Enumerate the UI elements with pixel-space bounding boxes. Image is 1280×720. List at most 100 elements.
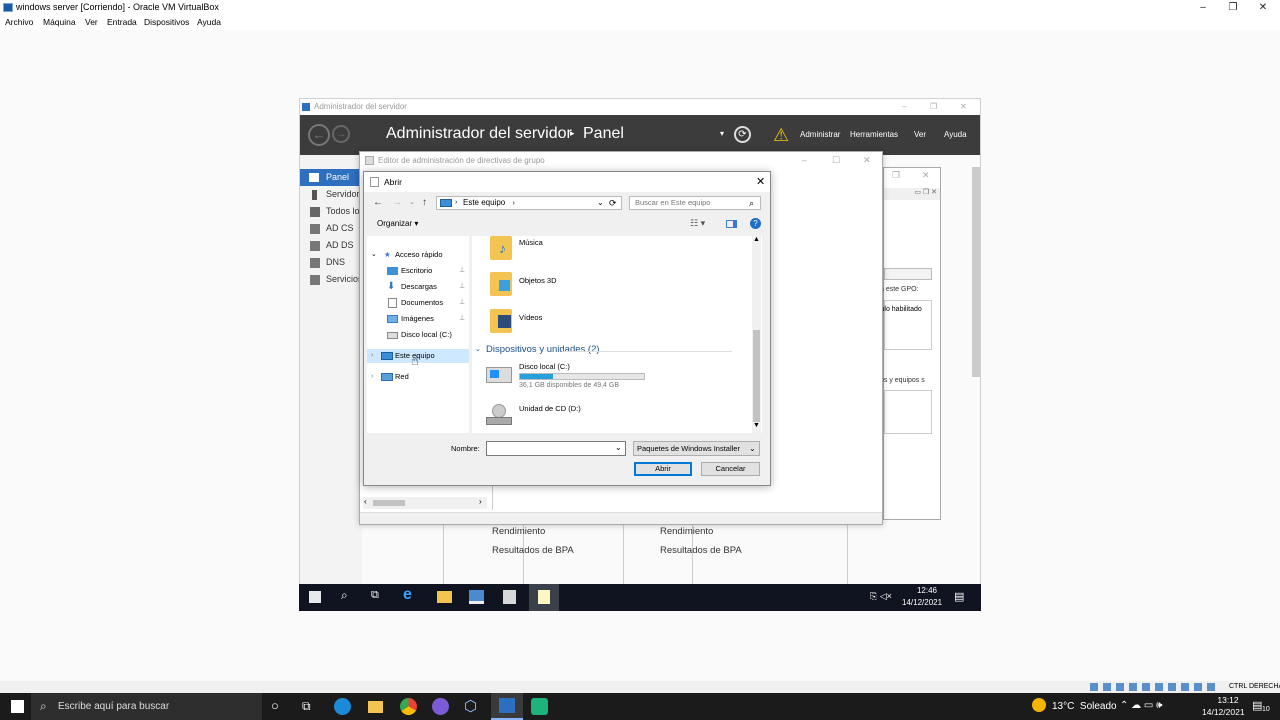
- tile-bpa-left[interactable]: Resultados de BPA: [492, 545, 574, 556]
- search-icon[interactable]: ⌕: [749, 198, 754, 209]
- recent-chevron-icon[interactable]: ⌄: [409, 198, 415, 206]
- gpo-tree-scrollbar[interactable]: ‹ ›: [363, 497, 487, 509]
- sm-scrollbar[interactable]: [972, 167, 980, 377]
- file-explorer-icon[interactable]: [437, 591, 452, 603]
- menu-entrada[interactable]: Entrada: [107, 15, 137, 29]
- filename-dropdown-icon[interactable]: ⌄: [615, 443, 622, 452]
- open-button[interactable]: Abrir: [634, 462, 692, 476]
- box-app-icon[interactable]: ⬡: [464, 697, 477, 715]
- folder-videos[interactable]: Vídeos: [482, 309, 602, 339]
- menu-herramientas[interactable]: Herramientas: [850, 130, 898, 139]
- nav-adcs[interactable]: AD CS: [300, 220, 362, 237]
- task-view-icon[interactable]: ⧉: [302, 699, 311, 714]
- close-icon[interactable]: ✕: [1256, 1, 1270, 14]
- minimize-icon[interactable]: –: [1196, 1, 1210, 14]
- scroll-right-icon[interactable]: ›: [479, 497, 482, 506]
- up-arrow-icon[interactable]: ↑: [422, 197, 427, 208]
- file-list-scrollbar[interactable]: ▲ ▼: [752, 236, 761, 433]
- nav-acceso-rapido[interactable]: ⌄ ★ Acceso rápido: [367, 248, 469, 262]
- nav-todos[interactable]: Todos lo: [300, 203, 362, 220]
- tray-icons[interactable]: ⌃ ☁ ▭ 🕪: [1120, 700, 1162, 711]
- menu-dispositivos[interactable]: Dispositivos: [144, 15, 189, 29]
- expand-chevron-icon[interactable]: ›: [371, 370, 373, 384]
- nav-panel[interactable]: Panel: [300, 169, 362, 186]
- gpo-close-icon[interactable]: ✕: [863, 155, 871, 166]
- gpo-taskbar-icon[interactable]: [503, 590, 516, 604]
- green-app-icon[interactable]: [531, 698, 548, 715]
- refresh-icon[interactable]: ⟳: [609, 197, 617, 209]
- menu-ayuda-sm[interactable]: Ayuda: [944, 130, 967, 139]
- start-icon[interactable]: [309, 591, 321, 603]
- menu-administrar[interactable]: Administrar: [800, 130, 840, 139]
- secondary-combo[interactable]: [884, 268, 932, 280]
- search-input[interactable]: Buscar en Este equipo: [629, 196, 761, 210]
- action-center-icon[interactable]: ▤: [954, 590, 964, 603]
- weather-text[interactable]: 13°C Soleado: [1052, 701, 1117, 712]
- menu-ver-sm[interactable]: Ver: [914, 130, 926, 139]
- expand-chevron-icon[interactable]: ⌄: [371, 248, 377, 262]
- notifications-icon[interactable]: ▤: [1252, 699, 1262, 712]
- nav-servidor[interactable]: Servidor: [300, 186, 362, 203]
- gpo-minimize-icon[interactable]: –: [802, 155, 807, 165]
- gpo-maximize-icon[interactable]: ☐: [832, 155, 840, 166]
- help-icon[interactable]: ?: [750, 218, 761, 229]
- forward-icon[interactable]: →: [332, 125, 350, 143]
- active-app-tile[interactable]: [529, 584, 559, 611]
- scroll-thumb[interactable]: [753, 330, 760, 422]
- device-status-icons[interactable]: [1090, 683, 1218, 691]
- edge-icon[interactable]: e: [403, 586, 412, 604]
- menu-ver[interactable]: Ver: [85, 15, 98, 29]
- menu-ayuda[interactable]: Ayuda: [197, 15, 221, 29]
- folder-objetos-3d[interactable]: Objetos 3D: [482, 272, 602, 302]
- nav-adds[interactable]: AD DS: [300, 237, 362, 254]
- nav-escritorio[interactable]: Escritorio ⊥: [367, 264, 469, 278]
- drive-d[interactable]: Unidad de CD (D:): [482, 402, 652, 430]
- nav-documentos[interactable]: Documentos ⊥: [367, 296, 469, 310]
- scroll-thumb[interactable]: [373, 500, 405, 506]
- vm-clock-date[interactable]: 14/12/2021: [902, 598, 942, 607]
- chrome-icon[interactable]: [400, 698, 417, 715]
- sm-close-icon[interactable]: ✕: [960, 99, 967, 115]
- notifications-flag-icon[interactable]: ⚠: [773, 125, 789, 146]
- organize-button[interactable]: Organizar ▾: [377, 219, 418, 228]
- view-options-icon[interactable]: ☷ ▾: [690, 218, 705, 229]
- preview-pane-icon[interactable]: [726, 220, 737, 228]
- secondary-maximize-icon[interactable]: ❐: [892, 170, 900, 181]
- tile-bpa-right[interactable]: Resultados de BPA: [660, 545, 742, 556]
- cortana-icon[interactable]: ○: [271, 698, 279, 713]
- sm-minimize-icon[interactable]: –: [902, 99, 906, 115]
- tray-network-icon[interactable]: ⎘ ◁×: [870, 591, 892, 602]
- host-search-box[interactable]: ⌕ Escribe aquí para buscar: [31, 693, 262, 720]
- host-clock-time[interactable]: 13:12: [1212, 695, 1244, 705]
- windows-start-icon[interactable]: [11, 700, 24, 713]
- nav-red[interactable]: › Red: [367, 370, 469, 384]
- filetype-select[interactable]: Paquetes de Windows Installer ⌄: [633, 441, 760, 456]
- cancel-button[interactable]: Cancelar: [701, 462, 760, 476]
- address-dropdown-icon[interactable]: ⌄: [597, 197, 604, 209]
- forward-arrow-icon[interactable]: →: [392, 197, 402, 208]
- back-icon[interactable]: ←: [308, 124, 330, 146]
- scroll-left-icon[interactable]: ‹: [364, 497, 367, 506]
- expand-chevron-icon[interactable]: ›: [371, 349, 373, 363]
- sm-maximize-icon[interactable]: ❐: [930, 99, 937, 115]
- section-chevron-icon[interactable]: ⌄: [475, 345, 481, 353]
- scroll-down-icon[interactable]: ▼: [753, 422, 760, 429]
- refresh-icon[interactable]: ⟳: [734, 126, 751, 143]
- tile-rendimiento-right[interactable]: Rendimiento: [660, 526, 713, 537]
- menu-archivo[interactable]: Archivo: [5, 15, 33, 29]
- drive-c[interactable]: Disco local (C:) 36,1 GB disponibles de …: [482, 361, 652, 391]
- weather-sun-icon[interactable]: [1032, 698, 1046, 712]
- edge-browser-icon[interactable]: [334, 698, 351, 715]
- folder-musica[interactable]: ♪ Música: [482, 236, 602, 264]
- nav-dns[interactable]: DNS: [300, 254, 362, 271]
- address-bar[interactable]: › Este equipo › ⌄ ⟳: [436, 196, 622, 210]
- virtualbox-taskbar-icon[interactable]: [491, 693, 523, 720]
- nav-descargas[interactable]: ⬇ Descargas ⊥: [367, 280, 469, 294]
- tile-rendimiento-left[interactable]: Rendimiento: [492, 526, 545, 537]
- menu-maquina[interactable]: Máquina: [43, 15, 76, 29]
- dialog-close-icon[interactable]: ✕: [756, 172, 765, 192]
- filename-input[interactable]: ⌄: [486, 441, 626, 456]
- server-manager-taskbar-icon[interactable]: [469, 590, 484, 604]
- host-clock-date[interactable]: 14/12/2021: [1202, 707, 1245, 717]
- nav-disco-local[interactable]: Disco local (C:): [367, 328, 469, 342]
